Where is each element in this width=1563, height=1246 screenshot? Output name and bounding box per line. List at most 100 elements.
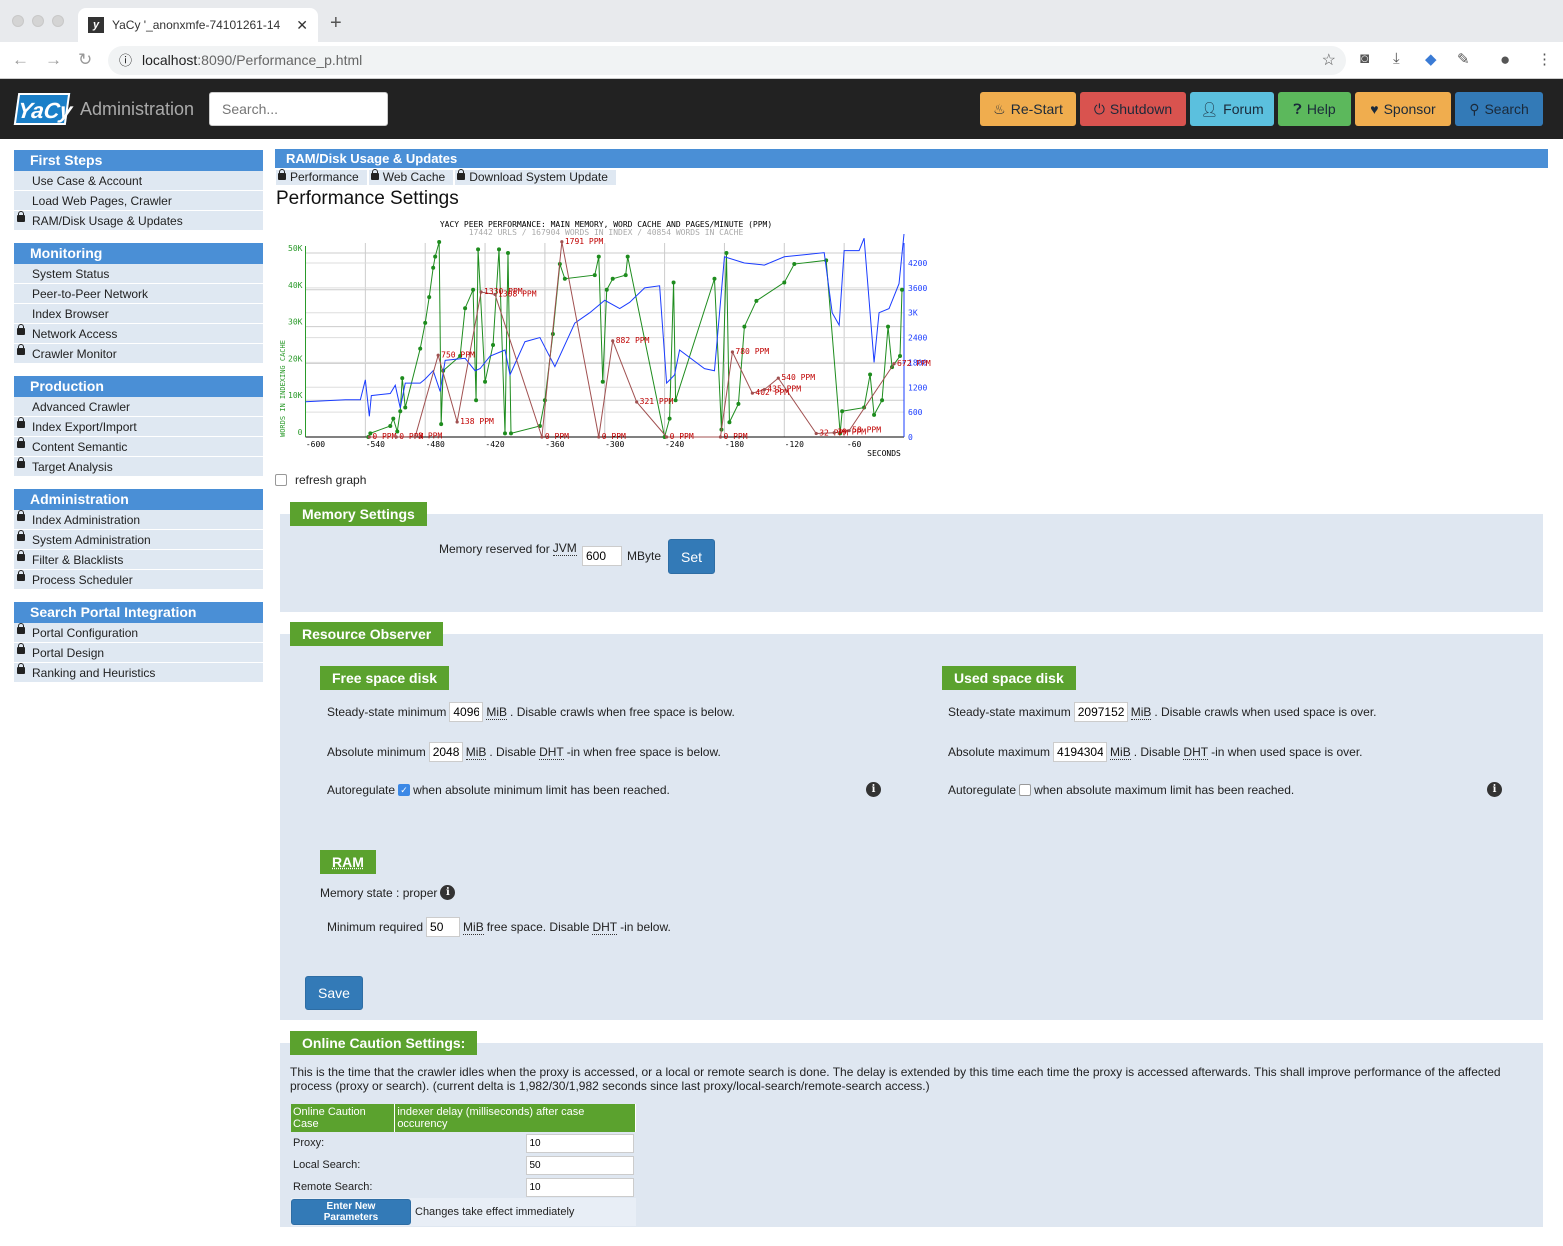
sidebar-section-header[interactable]: Administration: [14, 489, 263, 510]
sidebar-section-header[interactable]: First Steps: [14, 150, 263, 171]
yacy-logo[interactable]: YaCy: [13, 93, 74, 125]
subtab-performance[interactable]: Performance: [276, 169, 367, 185]
set-memory-button[interactable]: Set: [668, 539, 715, 574]
subtab-download-system-update[interactable]: Download System Update: [455, 169, 616, 185]
extension-icon[interactable]: ◆: [1425, 50, 1437, 68]
sidebar-item-portal-configuration[interactable]: Portal Configuration: [14, 623, 263, 643]
caution-delay-input[interactable]: [525, 1155, 634, 1175]
y-tick-label-right: 1200: [908, 383, 927, 392]
caution-delay-input[interactable]: [525, 1177, 634, 1197]
used-steady-label: Steady-state maximum: [948, 705, 1071, 719]
info-icon[interactable]: i: [1487, 782, 1502, 797]
data-label: 0 PPM: [545, 432, 569, 441]
download-icon[interactable]: ⤓: [1393, 50, 1400, 67]
page-title: Performance Settings: [276, 188, 459, 209]
bookmark-star-icon[interactable]: ☆: [1322, 46, 1336, 75]
sidebar-section-header[interactable]: Production: [14, 376, 263, 397]
data-point: [727, 420, 732, 425]
sidebar-item-index-administration[interactable]: Index Administration: [14, 510, 263, 530]
sidebar-item-system-status[interactable]: System Status: [14, 264, 263, 284]
y-tick-label-right: 2400: [908, 334, 927, 343]
ram-min-input[interactable]: [426, 917, 461, 937]
menu-icon[interactable]: ⋮: [1537, 50, 1552, 68]
sidebar-item-index-export-import[interactable]: Index Export/Import: [14, 417, 263, 437]
sidebar-item-process-scheduler[interactable]: Process Scheduler: [14, 570, 263, 590]
sponsor-button[interactable]: ♥ Sponsor: [1355, 92, 1451, 126]
mib-abbr: MiB: [1110, 744, 1131, 760]
used-abs-desc-a: . Disable: [1133, 745, 1181, 759]
data-point: [463, 306, 468, 311]
save-button[interactable]: Save: [305, 976, 363, 1010]
used-abs-input[interactable]: [1053, 742, 1108, 762]
camera-icon[interactable]: ◙: [1360, 50, 1369, 67]
sidebar-item-advanced-crawler[interactable]: Advanced Crawler: [14, 397, 263, 417]
used-auto-row: Autoregulate when absolute maximum limit…: [948, 783, 1294, 797]
used-autoregulate-checkbox[interactable]: [1019, 784, 1032, 796]
sidebar-item-content-semantic[interactable]: Content Semantic: [14, 437, 263, 457]
sidebar-item-ram-disk-usage-updates[interactable]: RAM/Disk Usage & Updates: [14, 211, 263, 231]
caution-delay-input[interactable]: [525, 1133, 634, 1153]
data-point: [671, 280, 676, 285]
data-point: [433, 254, 438, 259]
jvm-memory-input[interactable]: [582, 546, 622, 566]
header-search-input[interactable]: [209, 92, 388, 126]
enter-new-parameters-button[interactable]: Enter New Parameters: [291, 1199, 411, 1225]
url-path: :8090/Performance_p.html: [197, 52, 363, 68]
info-icon[interactable]: i: [866, 782, 881, 797]
mib-abbr: MiB: [463, 919, 484, 935]
data-point: [388, 423, 393, 428]
sidebar-item-portal-design[interactable]: Portal Design: [14, 643, 263, 663]
sidebar-item-ranking-and-heuristics[interactable]: Ranking and Heuristics: [14, 663, 263, 683]
eyedropper-icon[interactable]: ✎: [1457, 50, 1470, 68]
browser-tab[interactable]: y YaCy '_anonxmfe-74101261-14 ✕: [78, 8, 318, 42]
sidebar-item-system-administration[interactable]: System Administration: [14, 530, 263, 550]
free-autoregulate-checkbox[interactable]: ✓: [398, 784, 411, 796]
forward-icon[interactable]: →: [45, 50, 62, 70]
data-point: [394, 435, 398, 439]
refresh-graph-toggle[interactable]: refresh graph: [275, 473, 366, 487]
data-point: [597, 435, 601, 439]
info-icon[interactable]: i: [440, 885, 456, 900]
sidebar-item-filter-blacklists[interactable]: Filter & Blacklists: [14, 550, 263, 570]
shutdown-button[interactable]: ⏻ Shutdown: [1080, 92, 1186, 126]
table-row: Proxy:: [291, 1132, 636, 1154]
sidebar-item-peer-to-peer-network[interactable]: Peer-to-Peer Network: [14, 284, 263, 304]
used-steady-input[interactable]: [1073, 702, 1128, 722]
help-button[interactable]: ❓︎ Help: [1278, 92, 1351, 126]
restart-button[interactable]: ♨ Re-Start: [980, 92, 1076, 126]
data-label: 780 PPM: [735, 347, 769, 356]
memory-unit: MByte: [627, 549, 662, 563]
sidebar-item-target-analysis[interactable]: Target Analysis: [14, 457, 263, 477]
forum-button[interactable]: 👤︎ Forum: [1190, 92, 1274, 126]
search-button[interactable]: ⚲ Search: [1455, 92, 1543, 126]
reload-icon[interactable]: ↻: [78, 50, 92, 70]
sidebar-section-header[interactable]: Monitoring: [14, 243, 263, 264]
new-tab-icon[interactable]: +: [330, 12, 342, 35]
back-icon[interactable]: ←: [12, 50, 29, 70]
sidebar-item-load-web-pages-crawler[interactable]: Load Web Pages, Crawler: [14, 191, 263, 211]
profile-icon[interactable]: ●: [1500, 50, 1510, 70]
sidebar-item-use-case-account[interactable]: Use Case & Account: [14, 171, 263, 191]
free-steady-input[interactable]: [449, 702, 484, 722]
y-tick-label-right: 4200: [908, 259, 927, 268]
sidebar-section-header[interactable]: Search Portal Integration: [14, 602, 263, 623]
tab-close-icon[interactable]: ✕: [296, 17, 308, 34]
sidebar-group: First Steps Use Case & Account Load Web Pa…: [14, 150, 263, 231]
sidebar-item-network-access[interactable]: Network Access: [14, 324, 263, 344]
used-space-disk-title: Used space disk: [942, 666, 1076, 690]
free-abs-input[interactable]: [428, 742, 463, 762]
sidebar-item-crawler-monitor[interactable]: Crawler Monitor: [14, 344, 263, 364]
window-close-button[interactable]: [12, 15, 24, 27]
subtab-web-cache[interactable]: Web Cache: [368, 169, 454, 185]
url-field[interactable]: ⓘ localhost:8090/Performance_p.html ☆: [108, 46, 1346, 75]
power-icon: ⏻: [1093, 100, 1105, 117]
data-point: [742, 324, 747, 329]
refresh-graph-checkbox[interactable]: [275, 474, 287, 486]
window-maximize-button[interactable]: [52, 15, 64, 27]
info-icon[interactable]: ⓘ: [119, 46, 132, 75]
data-point: [610, 276, 615, 281]
data-point: [667, 416, 672, 421]
window-minimize-button[interactable]: [32, 15, 44, 27]
x-tick-label: -240: [665, 440, 684, 449]
sidebar-item-index-browser[interactable]: Index Browser: [14, 304, 263, 324]
